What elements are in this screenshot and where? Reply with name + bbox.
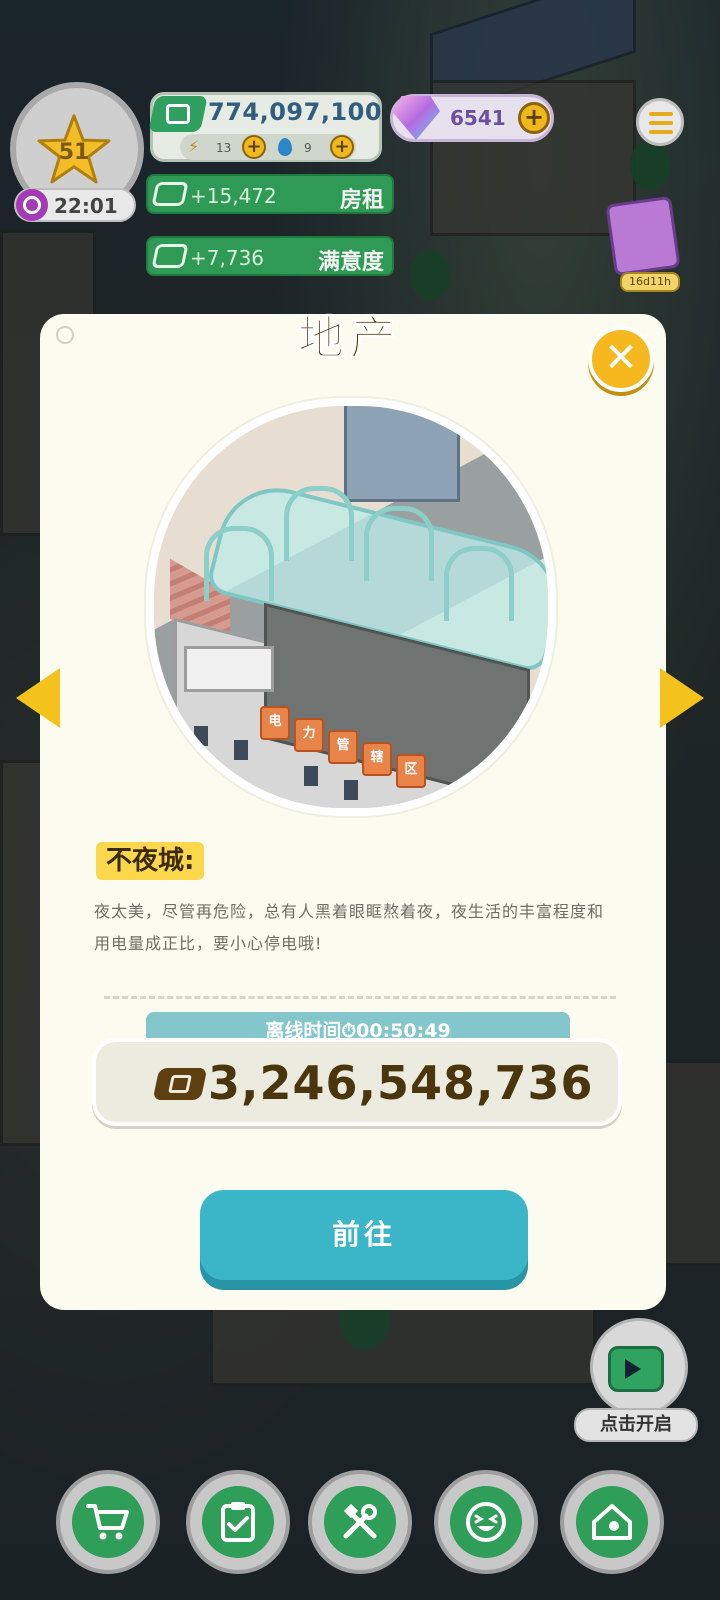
next-arrow-icon[interactable] <box>660 668 704 728</box>
rent-income-value: +15,472 <box>190 184 277 208</box>
clipboard-icon <box>221 1502 255 1542</box>
laugh-icon <box>466 1502 506 1542</box>
home-button[interactable] <box>560 1470 664 1574</box>
lightning-icon: ⚡ <box>188 137 200 156</box>
menu-icon <box>649 112 673 116</box>
clock-icon <box>16 189 48 221</box>
building-sign: 管 <box>328 730 358 764</box>
divider <box>104 996 616 999</box>
cash-icon <box>151 244 189 268</box>
rent-income-label: 房租 <box>339 188 384 213</box>
decoration-dot <box>56 326 74 344</box>
add-water-button[interactable]: + <box>330 135 354 159</box>
feature-tag: 不夜城: <box>96 842 205 880</box>
timer-text: 22:01 <box>54 194 118 218</box>
water-drop-icon <box>278 138 292 156</box>
building-sign: 力 <box>294 718 324 752</box>
water-value: 9 <box>304 141 312 155</box>
cash-icon <box>148 96 208 132</box>
cash-icon <box>151 182 189 206</box>
district-illustration: 电 力 管 辖 区 <box>146 398 556 816</box>
satisfaction-income-label: 满意度 <box>317 250 384 275</box>
event-timer-badge: 16d11h <box>620 272 680 292</box>
level-number: 51 <box>58 140 90 165</box>
home-icon <box>592 1504 632 1540</box>
add-energy-button[interactable]: + <box>242 135 266 159</box>
offline-amount: 3,246,548,736 <box>208 1056 594 1110</box>
go-button-label: 前往 <box>331 1218 396 1251</box>
satisfaction-income-bar: +7,736 满意度 <box>146 236 394 276</box>
previous-arrow-icon[interactable] <box>16 668 60 728</box>
cash-icon <box>152 1068 208 1100</box>
glass-tower <box>344 406 460 502</box>
energy-value: 13 <box>216 141 232 155</box>
rent-income-bar: +15,472 房租 <box>146 174 394 214</box>
building-sign: 辖 <box>362 742 392 776</box>
tools-icon <box>343 1503 377 1539</box>
shop-button[interactable] <box>56 1470 160 1574</box>
gem-value: 6541 <box>450 106 506 130</box>
go-button[interactable]: 前往 <box>200 1190 528 1280</box>
building-sign: 区 <box>396 754 426 788</box>
add-gems-button[interactable]: + <box>518 102 550 134</box>
social-button[interactable] <box>434 1470 538 1574</box>
close-icon: ✕ <box>604 335 638 381</box>
menu-button[interactable] <box>636 98 684 146</box>
close-button[interactable]: ✕ <box>588 326 654 392</box>
description-text: 夜太美，尽管再危险，总有人黑着眼眶熬着夜，夜生活的丰富程度和用电量成正比，要小心… <box>94 902 605 953</box>
ad-label[interactable]: 点击开启 <box>574 1408 698 1442</box>
cart-icon <box>86 1504 129 1540</box>
satisfaction-income-value: +7,736 <box>190 246 265 270</box>
money-value: 774,097,100 <box>208 98 383 126</box>
build-button[interactable] <box>308 1470 412 1574</box>
tv-play-icon <box>608 1346 664 1392</box>
rooftop-unit <box>184 646 274 692</box>
dialog-title: 地产 <box>298 311 402 366</box>
building-sign: 电 <box>260 706 290 740</box>
tasks-button[interactable] <box>186 1470 290 1574</box>
event-book-icon[interactable] <box>605 195 681 277</box>
